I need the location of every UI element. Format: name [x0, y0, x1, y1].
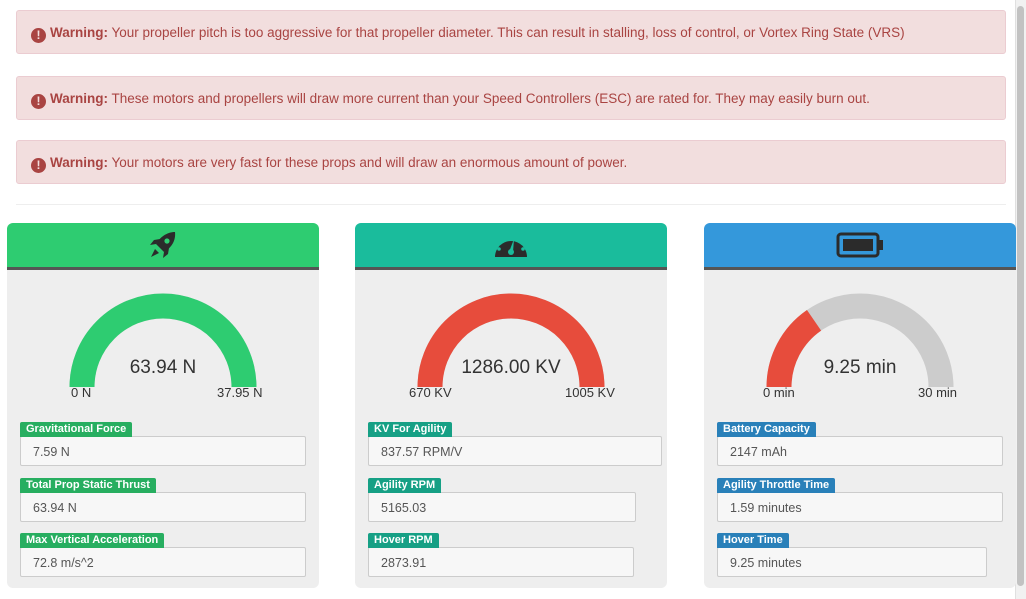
- rocket-icon: [150, 232, 176, 258]
- alert-pitch-warning: ! Warning: Your propeller pitch is too ag…: [16, 10, 1006, 54]
- agility-throttle-time-value[interactable]: 1.59 minutes: [717, 492, 1003, 522]
- kv-gauge-value: 1286.00 KV: [461, 357, 561, 378]
- exclamation-circle-icon: !: [31, 158, 46, 173]
- alert-esc-warning: ! Warning: These motors and propellers wi…: [16, 76, 1006, 120]
- hover-time-value[interactable]: 9.25 minutes: [717, 547, 987, 577]
- total-prop-static-thrust-label: Total Prop Static Thrust: [20, 478, 156, 493]
- battery-panel-header: [704, 223, 1016, 270]
- flight-time-gauge-value: 9.25 min: [823, 357, 897, 378]
- battery-panel: 9.25 min 0 min 30 min Battery Capacity 2…: [704, 223, 1016, 588]
- gravitational-force-field: Gravitational Force 7.59 N: [20, 419, 306, 466]
- battery-capacity-label: Battery Capacity: [717, 422, 816, 437]
- hover-time-label: Hover Time: [717, 533, 789, 548]
- agility-throttle-time-label: Agility Throttle Time: [717, 478, 836, 493]
- kv-panel-header: [355, 223, 667, 270]
- battery-icon: [836, 232, 883, 258]
- agility-throttle-time-field: Agility Throttle Time 1.59 minutes: [717, 475, 1003, 522]
- thrust-gauge-min: 0 N: [71, 385, 92, 400]
- scrollbar-thumb[interactable]: [1017, 6, 1024, 586]
- hover-rpm-value[interactable]: 2873.91: [368, 547, 634, 577]
- alert-text: These motors and propellers will draw mo…: [108, 91, 870, 106]
- hover-rpm-label: Hover RPM: [368, 533, 439, 548]
- page-scrollbar[interactable]: [1015, 0, 1026, 599]
- kv-for-agility-label: KV For Agility: [368, 422, 453, 437]
- alert-text: Your motors are very fast for these prop…: [108, 155, 628, 170]
- battery-capacity-value[interactable]: 2147 mAh: [717, 436, 1003, 466]
- agility-rpm-field: Agility RPM 5165.03: [368, 475, 636, 522]
- flight-time-gauge: 9.25 min 0 min 30 min: [704, 281, 1016, 401]
- kv-gauge: 1286.00 KV 670 KV 1005 KV: [355, 281, 667, 401]
- agility-rpm-label: Agility RPM: [368, 478, 442, 493]
- speedometer-icon: [495, 234, 527, 257]
- hover-time-field: Hover Time 9.25 minutes: [717, 530, 987, 577]
- max-vertical-acceleration-field: Max Vertical Acceleration 72.8 m/s^2: [20, 530, 306, 577]
- alert-label: Warning:: [50, 91, 108, 106]
- exclamation-circle-icon: !: [31, 28, 46, 43]
- thrust-panel-header: [7, 223, 319, 270]
- exclamation-circle-icon: !: [31, 94, 46, 109]
- divider: [16, 204, 1006, 205]
- thrust-gauge-value: 63.94 N: [129, 357, 197, 378]
- flight-time-gauge-max: 30 min: [918, 385, 958, 400]
- kv-for-agility-field: KV For Agility 837.57 RPM/V: [368, 419, 662, 466]
- agility-rpm-value[interactable]: 5165.03: [368, 492, 636, 522]
- battery-capacity-field: Battery Capacity 2147 mAh: [717, 419, 1003, 466]
- total-prop-static-thrust-value[interactable]: 63.94 N: [20, 492, 306, 522]
- kv-for-agility-value[interactable]: 837.57 RPM/V: [368, 436, 662, 466]
- flight-time-gauge-min: 0 min: [763, 385, 795, 400]
- max-vertical-acceleration-value[interactable]: 72.8 m/s^2: [20, 547, 306, 577]
- hover-rpm-field: Hover RPM 2873.91: [368, 530, 634, 577]
- kv-gauge-min: 670 KV: [409, 385, 452, 400]
- alert-label: Warning:: [50, 25, 108, 40]
- alert-label: Warning:: [50, 155, 108, 170]
- thrust-gauge: 63.94 N 0 N 37.95 N: [7, 281, 319, 401]
- alert-text: Your propeller pitch is too aggressive f…: [108, 25, 905, 40]
- gravitational-force-label: Gravitational Force: [20, 422, 133, 437]
- total-prop-static-thrust-field: Total Prop Static Thrust 63.94 N: [20, 475, 306, 522]
- alert-power-warning: ! Warning: Your motors are very fast for …: [16, 140, 1006, 184]
- kv-panel: 1286.00 KV 670 KV 1005 KV KV For Agility…: [355, 223, 667, 588]
- thrust-gauge-max: 37.95 N: [217, 385, 263, 400]
- max-vertical-acceleration-label: Max Vertical Acceleration: [20, 533, 165, 548]
- gravitational-force-value[interactable]: 7.59 N: [20, 436, 306, 466]
- kv-gauge-max: 1005 KV: [565, 385, 615, 400]
- thrust-panel: 63.94 N 0 N 37.95 N Gravitational Force …: [7, 223, 319, 588]
